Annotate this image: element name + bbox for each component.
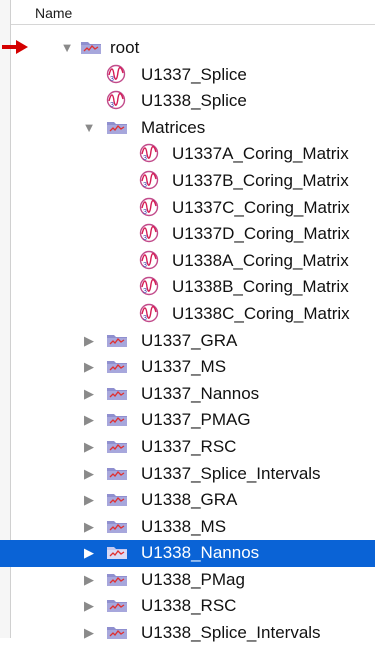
svg-text:3: 3 [143,155,147,162]
data-folder-icon [106,385,128,401]
disclosure-right-icon[interactable]: ▶ [82,439,96,455]
waveform-doc-icon: 3 [106,64,126,84]
tree-view: ▼ root 3 U1337_Splice 3 U1338_Splice ▼ Matrices… [0,35,375,647]
waveform-doc-icon: 3 [139,223,159,243]
tree-folder-row[interactable]: ▶ U1338_RSC [0,593,375,620]
svg-text:3: 3 [110,102,114,109]
tree-row-label: U1337_Splice_Intervals [141,463,321,483]
column-header-name: Name [35,5,73,21]
tree-item-row[interactable]: 3 U1337C_Coring_Matrix [0,195,375,222]
waveform-doc-icon: 3 [139,303,159,323]
disclosure-right-icon[interactable]: ▶ [82,333,96,349]
svg-text:3: 3 [143,315,147,322]
disclosure-right-icon[interactable]: ▶ [82,598,96,614]
disclosure-right-icon[interactable]: ▶ [82,625,96,641]
waveform-doc-icon: 3 [106,90,126,110]
waveform-doc-icon: 3 [139,250,159,270]
data-folder-icon [80,39,102,55]
tree-item-row[interactable]: 3 U1338C_Coring_Matrix [0,301,375,328]
waveform-doc-icon: 3 [139,143,159,163]
tree-row-label: U1337_Splice [141,64,247,84]
tree-row-label: U1337_PMAG [141,410,251,430]
disclosure-right-icon[interactable]: ▶ [82,545,96,561]
tree-item-row[interactable]: 3 U1338B_Coring_Matrix [0,274,375,301]
waveform-doc-icon: 3 [139,197,159,217]
waveform-doc-icon: 3 [139,276,159,296]
data-folder-icon [106,518,128,534]
tree-item-row[interactable]: 3 U1338A_Coring_Matrix [0,248,375,275]
tree-row-label: U1337_RSC [141,436,237,456]
tree-row-label: U1338C_Coring_Matrix [172,303,350,323]
data-folder-icon [106,597,128,613]
column-header[interactable]: Name [11,0,375,25]
tree-row-label: U1338_Splice_Intervals [141,623,321,643]
tree-item-row[interactable]: 3 U1337B_Coring_Matrix [0,168,375,195]
tree-folder-row[interactable]: ▶ U1338_PMag [0,567,375,594]
tree-row-label: U1337_MS [141,357,227,377]
tree-row-label: root [110,38,140,57]
data-folder-icon [106,332,128,348]
waveform-doc-icon: 3 [139,170,159,190]
data-folder-icon [106,411,128,427]
svg-text:3: 3 [143,209,147,216]
tree-folder-row[interactable]: ▶ U1338_Splice_Intervals [0,620,375,647]
disclosure-right-icon[interactable]: ▶ [82,412,96,428]
data-folder-icon [106,571,128,587]
svg-text:3: 3 [143,288,147,295]
tree-row-label: U1338_MS [141,516,227,536]
disclosure-down-icon[interactable]: ▼ [60,40,74,55]
data-folder-icon [106,544,128,560]
browser-panel: Name ▼ root 3 U1337_Splice 3 U1338_Splice ▼ Mat… [0,0,375,642]
tree-row-label: U1338A_Coring_Matrix [172,250,349,270]
tree-row-label: U1338_Splice [141,91,247,111]
disclosure-right-icon[interactable]: ▶ [82,572,96,588]
tree-item-row[interactable]: 3 U1337_Splice [0,62,375,89]
tree-row-label: U1337_GRA [141,330,238,350]
tree-folder-row[interactable]: ▶ U1337_Splice_Intervals [0,461,375,488]
tree-row-label: U1338_Nannos [141,543,260,563]
disclosure-right-icon[interactable]: ▶ [82,359,96,375]
tree-row-label: U1337C_Coring_Matrix [172,197,350,217]
tree-folder-row[interactable]: ▶ U1337_MS [0,354,375,381]
tree-item-row[interactable]: 3 U1337A_Coring_Matrix [0,141,375,168]
red-arrow-icon [1,39,29,55]
tree-row-label: U1338_PMag [141,569,245,589]
disclosure-down-icon[interactable]: ▼ [82,120,96,135]
data-folder-icon [106,438,128,454]
disclosure-right-icon[interactable]: ▶ [82,519,96,535]
tree-folder-row[interactable]: ▼ Matrices [0,115,375,142]
tree-row-label: U1338B_Coring_Matrix [172,277,349,297]
disclosure-right-icon[interactable]: ▶ [82,386,96,402]
tree-row-label: U1338_GRA [141,490,238,510]
tree-item-row[interactable]: 3 U1338_Splice [0,88,375,115]
tree-row-label: U1338_RSC [141,596,237,616]
tree-row-label: U1337_Nannos [141,383,260,403]
data-folder-icon [106,465,128,481]
tree-folder-row[interactable]: ▼ root [0,35,375,62]
svg-text:3: 3 [110,76,114,83]
disclosure-right-icon[interactable]: ▶ [82,466,96,482]
svg-text:3: 3 [143,182,147,189]
tree-item-row[interactable]: 3 U1337D_Coring_Matrix [0,221,375,248]
tree-folder-row[interactable]: ▶ U1337_Nannos [0,381,375,408]
svg-text:3: 3 [143,235,147,242]
tree-row-label: U1337D_Coring_Matrix [172,224,350,244]
data-folder-icon [106,491,128,507]
disclosure-right-icon[interactable]: ▶ [82,492,96,508]
tree-folder-row[interactable]: ▶ U1337_GRA [0,328,375,355]
tree-folder-row[interactable]: ▶ U1338_MS [0,514,375,541]
tree-row-label: Matrices [141,117,206,137]
tree-folder-row[interactable]: ▶ U1338_Nannos [0,540,375,567]
svg-text:3: 3 [143,262,147,269]
tree-row-label: U1337B_Coring_Matrix [172,170,349,190]
tree-folder-row[interactable]: ▶ U1338_GRA [0,487,375,514]
data-folder-icon [106,119,128,135]
tree-row-label: U1337A_Coring_Matrix [172,144,349,164]
tree-folder-row[interactable]: ▶ U1337_PMAG [0,407,375,434]
data-folder-icon [106,358,128,374]
tree-folder-row[interactable]: ▶ U1337_RSC [0,434,375,461]
